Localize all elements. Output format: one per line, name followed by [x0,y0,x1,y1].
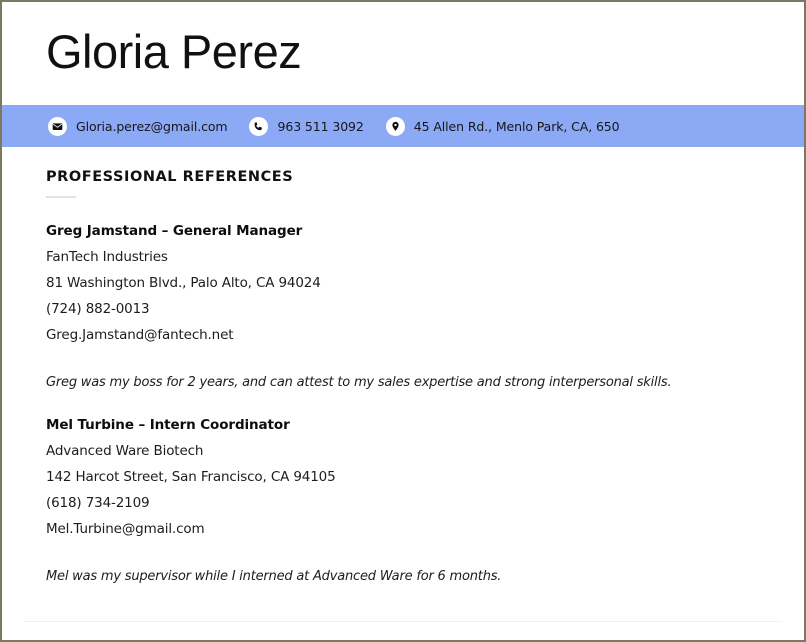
contact-item-address[interactable]: 45 Allen Rd., Menlo Park, CA, 650 [385,116,620,136]
resume-document: Gloria Perez Gloria.perez@gmail.com 963 … [0,0,806,642]
location-pin-icon [385,116,405,136]
contact-item-email[interactable]: Gloria.perez@gmail.com [48,116,228,136]
resume-body: PROFESSIONAL REFERENCES Greg Jamstand – … [2,147,804,587]
contact-item-phone[interactable]: 963 511 3092 [249,116,364,136]
resume-header: Gloria Perez [2,2,804,105]
contact-address-text: 45 Allen Rd., Menlo Park, CA, 650 [413,118,620,134]
reference-quote: Greg was my boss for 2 years, and can at… [46,375,672,390]
section-title-professional-references: PROFESSIONAL REFERENCES [46,169,294,185]
reference-name-title: Mel Turbine – Intern Coordinator [46,417,290,433]
reference-name-title: Greg Jamstand – General Manager [46,223,303,239]
reference-email: Greg.Jamstand@fantech.net [46,327,234,343]
phone-icon [249,116,269,136]
contact-email-text: Gloria.perez@gmail.com [76,118,228,134]
envelope-icon [48,116,67,136]
contact-bar: Gloria.perez@gmail.com 963 511 3092 45 A… [2,105,804,147]
footer-divider [24,621,782,622]
reference-entry: Mel Turbine – Intern Coordinator Advance… [46,412,760,587]
candidate-name: Gloria Perez [46,25,302,78]
reference-email: Mel.Turbine@gmail.com [46,521,205,537]
reference-quote: Mel was my supervisor while I interned a… [46,569,502,584]
reference-company: FanTech Industries [46,249,168,265]
reference-phone: (618) 734-2109 [46,495,150,511]
contact-phone-text: 963 511 3092 [277,118,364,134]
section-divider [46,196,76,198]
reference-address: 142 Harcot Street, San Francisco, CA 941… [46,469,336,485]
reference-entry: Greg Jamstand – General Manager FanTech … [46,218,760,393]
reference-phone: (724) 882-0013 [46,301,150,317]
reference-company: Advanced Ware Biotech [46,443,204,459]
reference-address: 81 Washington Blvd., Palo Alto, CA 94024 [46,275,321,291]
